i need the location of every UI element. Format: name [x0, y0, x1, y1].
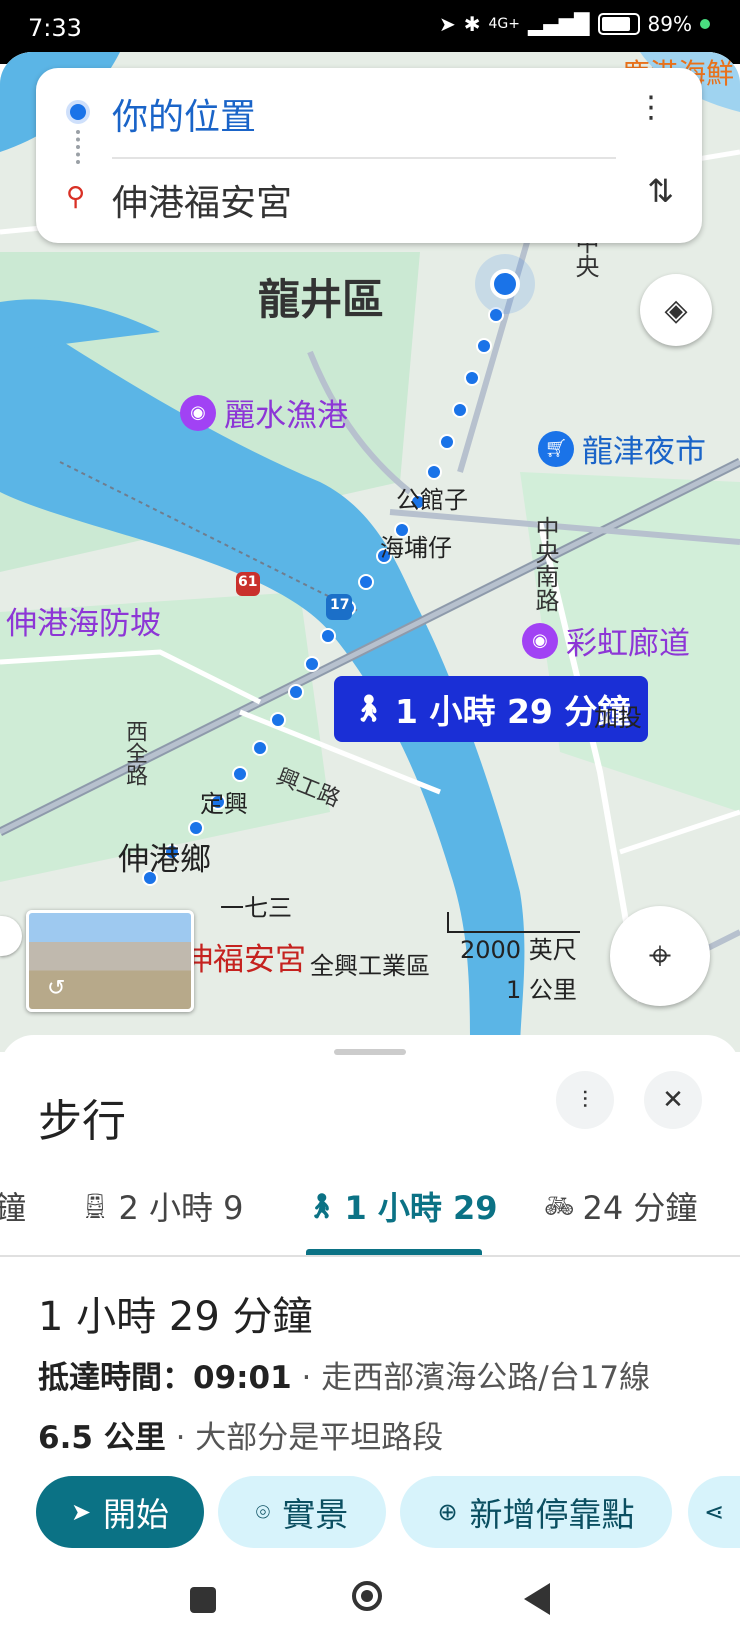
tab-drive[interactable]: 鐘 [0, 1183, 26, 1229]
distance-line: 6.5 公里 · 大部分是平坦路段 [38, 1412, 443, 1457]
system-nav-bar [0, 1565, 740, 1645]
mode-title: 步行 [38, 1096, 126, 1147]
poi-night-market[interactable]: 🛒︎ 龍津夜市 [538, 426, 706, 471]
live-view-icon: ⌾ [255, 1498, 271, 1526]
destination-field[interactable]: 伸港福安宮 [112, 174, 292, 226]
origin-field[interactable]: 你的位置 [112, 88, 256, 140]
recents-button[interactable] [190, 1587, 216, 1613]
live-view-label: 實景 [282, 1495, 349, 1534]
travel-mode-tabs: 鐘 🚆︎ 2 小時 9 🚶︎ 1 小時 29 🚲︎ 24 分鐘 [0, 1155, 740, 1257]
poi-rainbow-label: 彩虹廊道 [566, 626, 690, 662]
map-label-haibuzai: 海埔仔 [380, 534, 452, 562]
location-arrow-icon: ➤ [438, 12, 456, 36]
map-label-dingxing: 定興 [200, 790, 248, 818]
map-label-jiatou: 加投 [594, 704, 642, 732]
tab-bike-label: 24 分鐘 [582, 1189, 698, 1227]
poi-fishing-port-label: 麗水漁港 [224, 398, 348, 434]
close-icon: ✕ [662, 1085, 684, 1115]
battery-percent: 89% [647, 12, 692, 36]
directions-search-card: 你的位置 ⋮ ⚲ 伸港福安宮 ⇅ [36, 68, 702, 243]
origin-dot-icon [70, 104, 86, 120]
add-stop-label: 新增停靠點 [469, 1495, 635, 1534]
map-label-temple[interactable]: 伸福安宮 [182, 934, 306, 979]
signal-icon: ▂▄▆█ [528, 12, 590, 36]
map-label-industrial: 全興工業區 [310, 952, 430, 980]
tab-drive-label: 鐘 [0, 1189, 27, 1227]
map-label-seawall: 伸港海防坡 [6, 606, 161, 642]
route-terrain: · 大部分是平坦路段 [175, 1420, 444, 1456]
layers-button[interactable]: ◈ [640, 274, 712, 346]
start-button-label: 開始 [103, 1495, 170, 1534]
start-button[interactable]: ➤ 開始 [36, 1476, 204, 1548]
route-61-shield: 61 [238, 574, 258, 590]
privacy-dot-icon [700, 19, 710, 29]
map-label-zhongyang-s-rd: 中央南路 [531, 516, 559, 612]
navigation-arrow-icon: ➤ [70, 1498, 92, 1526]
tune-icon: ⫶ [582, 1086, 588, 1114]
street-view-thumbnail[interactable]: ↺ [26, 910, 194, 1012]
tab-walk[interactable]: 🚶︎ 1 小時 29 [306, 1183, 498, 1229]
add-stop-button[interactable]: ⊕ 新增停靠點 [400, 1476, 672, 1548]
route-options-button[interactable]: ⫶ [556, 1071, 614, 1129]
walk-icon: 🚶︎ [306, 1192, 337, 1220]
map-label-district: 龍井區 [258, 275, 385, 324]
sheet-drag-handle[interactable] [334, 1049, 406, 1055]
poi-rainbow[interactable]: ◉ 彩虹廊道 [522, 618, 690, 663]
swap-directions-icon[interactable]: ⇅ [647, 172, 674, 210]
walk-icon: 🚶︎ [352, 694, 386, 724]
add-stop-icon: ⊕ [437, 1498, 458, 1526]
scale-metric: 1 公里 [506, 976, 577, 1004]
train-icon: 🚆︎ [80, 1192, 111, 1220]
card-divider [112, 157, 616, 159]
tab-transit-label: 2 小時 9 [118, 1189, 244, 1227]
poi-night-market-label: 龍津夜市 [582, 434, 706, 470]
scale-imperial: 2000 英尺 [460, 936, 577, 964]
battery-icon [597, 13, 640, 35]
map-label-xiquan-rd: 西全路 [122, 720, 147, 786]
route-via: · 走西部濱海公路/台17線 [301, 1360, 651, 1396]
rotate-360-icon: ↺ [47, 976, 66, 1001]
route-connector-dots [76, 130, 84, 164]
map-label-shengang: 伸港鄉 [118, 842, 211, 878]
current-location-icon [490, 269, 520, 299]
layers-icon: ◈ [664, 292, 688, 328]
arrival-time: 抵達時間：09:01 [38, 1360, 292, 1396]
crosshair-icon: ⌖ [648, 933, 672, 979]
network-label: 4G+ [488, 16, 521, 32]
map-label-gongguanzi: 公館子 [396, 486, 468, 514]
bike-icon: 🚲︎ [544, 1192, 575, 1220]
more-options-icon[interactable]: ⋮ [636, 90, 666, 125]
close-button[interactable]: ✕ [644, 1071, 702, 1129]
status-time: 7:33 [28, 14, 82, 42]
poi-fishing-port[interactable]: ◉ 麗水漁港 [180, 390, 348, 435]
map-label-yiqisan: 一七三 [220, 894, 292, 922]
destination-pin-icon: ⚲ [66, 182, 86, 212]
route-distance: 6.5 公里 [38, 1420, 166, 1456]
live-view-button[interactable]: ⌾ 實景 [218, 1476, 386, 1548]
my-location-button[interactable]: ⌖ [610, 906, 710, 1006]
camera-pin-icon: ◉ [180, 394, 216, 431]
bluetooth-icon: ✱ [463, 12, 481, 36]
route-17-shield: 17 [330, 597, 350, 613]
camera-pin-icon: ◉ [522, 622, 558, 659]
back-button[interactable] [524, 1583, 550, 1615]
destination-row[interactable]: ⚲ 伸港福安宮 ⇅ [36, 160, 702, 243]
active-tab-indicator [306, 1249, 482, 1255]
home-button-inner [361, 1590, 373, 1602]
share-icon: ⋖ [703, 1498, 725, 1526]
arrival-line: 抵達時間：09:01 · 走西部濱海公路/台17線 [38, 1352, 650, 1397]
route-duration: 1 小時 29 分鐘 [38, 1294, 313, 1340]
shopping-cart-pin-icon: 🛒︎ [538, 430, 574, 467]
tab-bike[interactable]: 🚲︎ 24 分鐘 [544, 1183, 697, 1229]
tab-walk-label: 1 小時 29 [344, 1189, 498, 1227]
tab-transit[interactable]: 🚆︎ 2 小時 9 [80, 1183, 244, 1229]
status-icons: ➤ ✱ 4G+ ▂▄▆█ 89% [439, 12, 710, 36]
origin-row[interactable]: 你的位置 ⋮ [36, 68, 702, 158]
